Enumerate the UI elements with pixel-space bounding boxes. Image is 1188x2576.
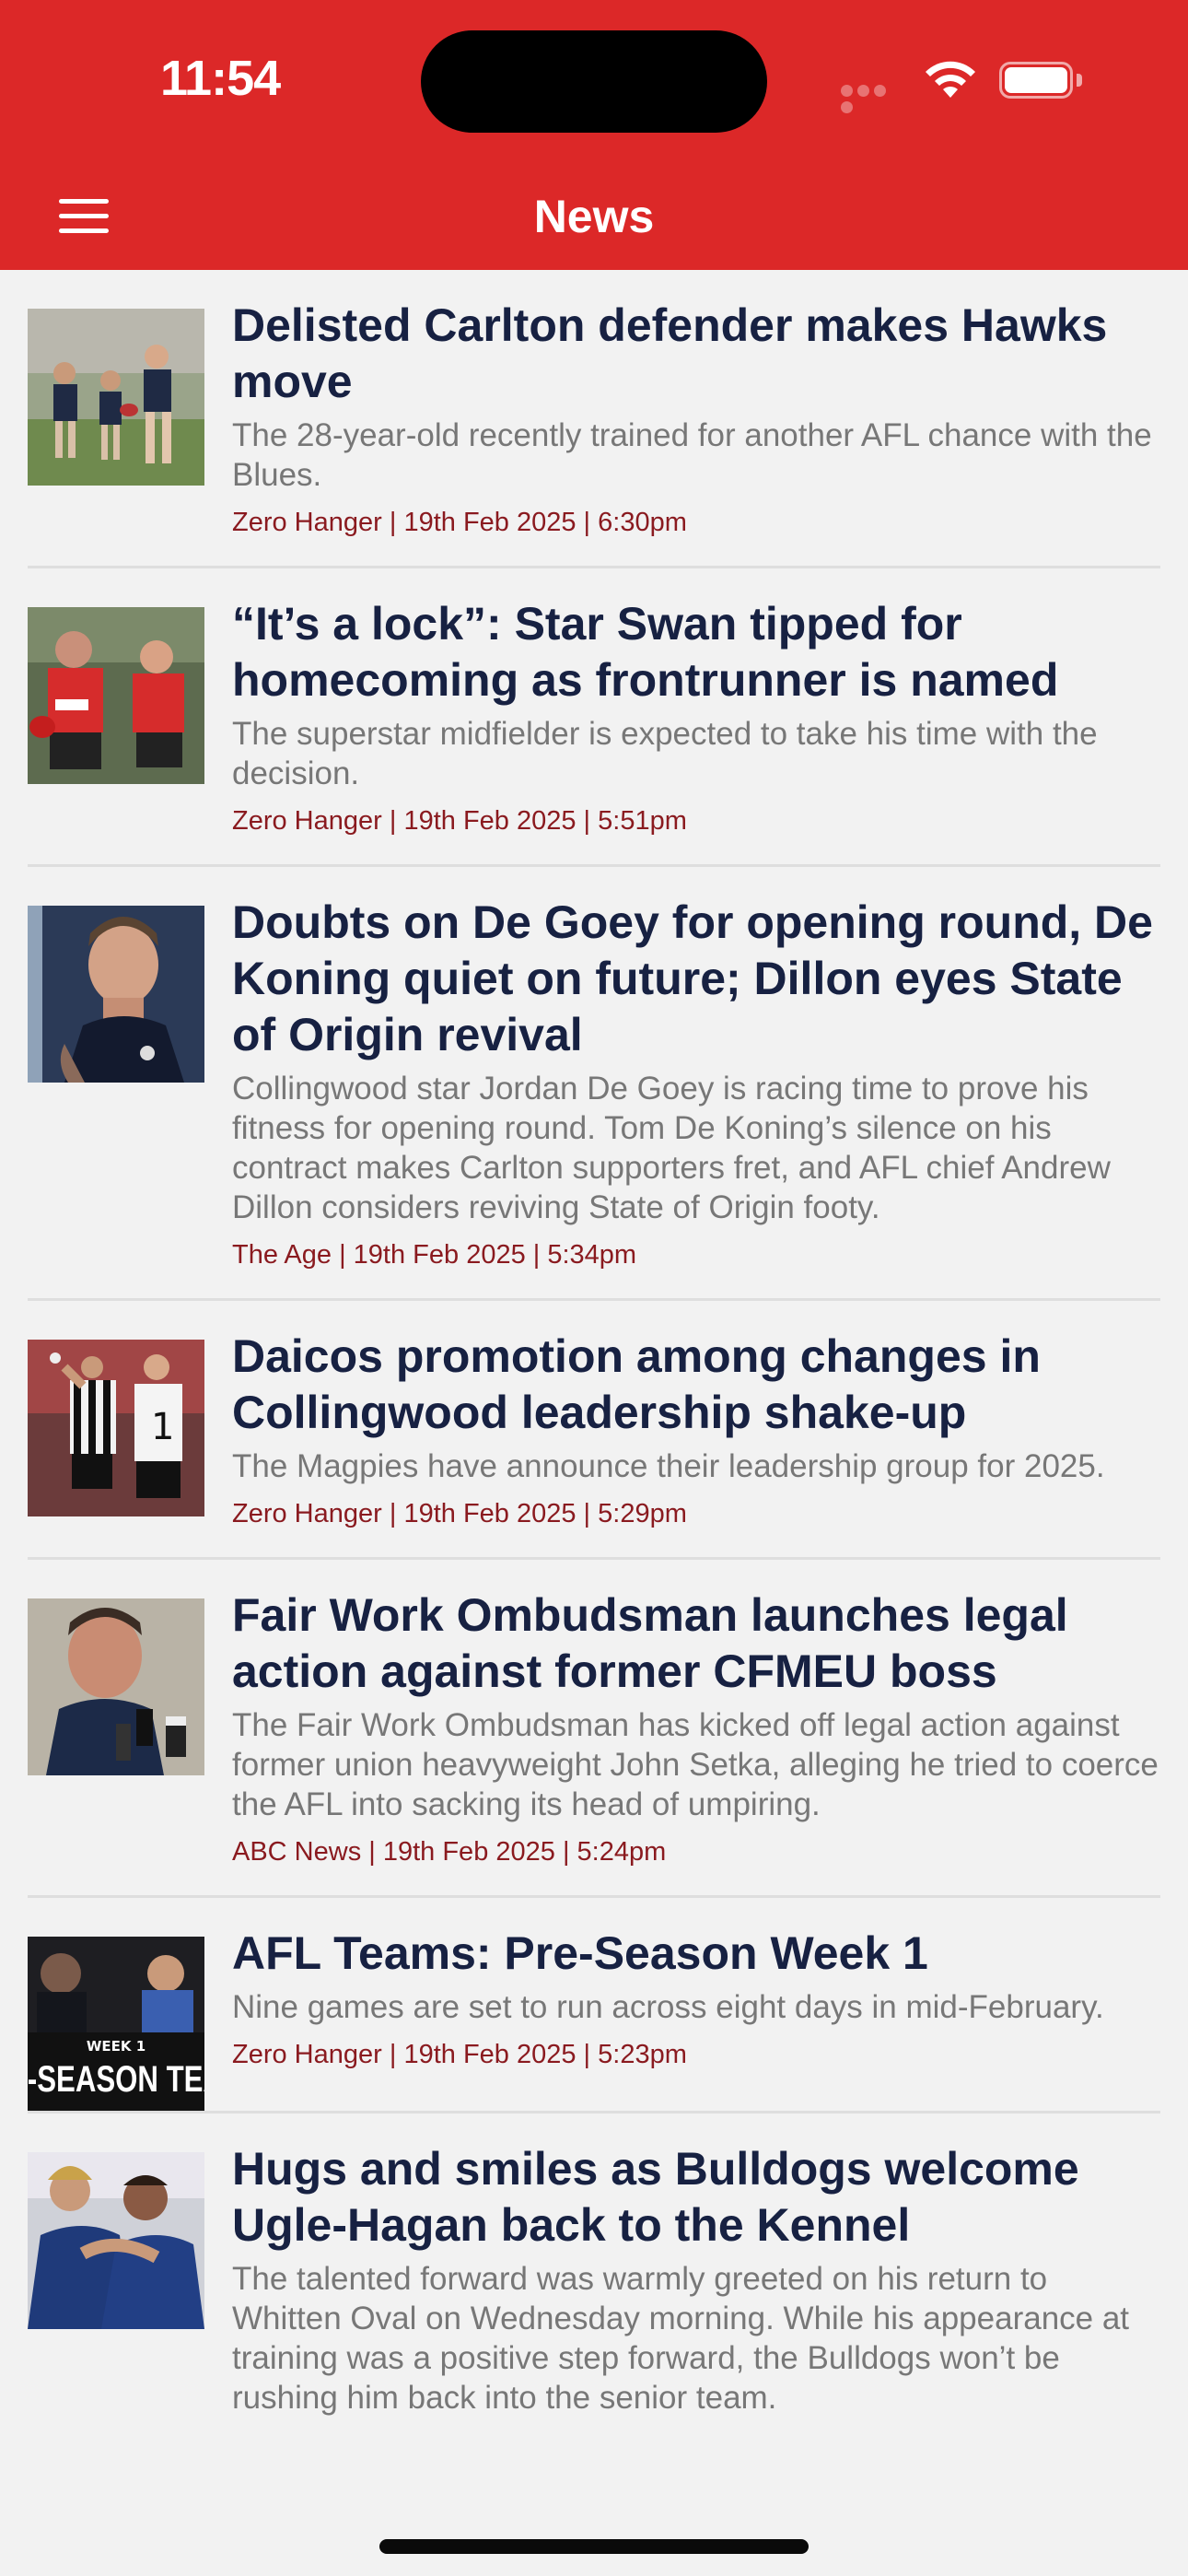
article-summary: The superstar midfielder is expected to … <box>232 716 1098 791</box>
article-summary: The Magpies have announce their leadersh… <box>232 1448 1105 1484</box>
news-item[interactable]: WEEK 1 E-SEASON TEA AFL Teams: Pre-Seaso… <box>0 1898 1188 2113</box>
article-byline: Zero Hanger | 19th Feb 2025 | 5:23pm <box>232 2040 687 2069</box>
article-byline: Zero Hanger | 19th Feb 2025 | 6:30pm <box>232 508 687 537</box>
article-headline: Hugs and smiles as Bulldogs welcome Ugle… <box>232 2143 1079 2251</box>
wifi-icon <box>926 61 975 98</box>
article-byline: Zero Hanger | 19th Feb 2025 | 5:29pm <box>232 1499 687 1528</box>
article-thumbnail <box>28 1598 204 1775</box>
article-headline: Delisted Carlton defender makes Hawks mo… <box>232 299 1108 407</box>
article-byline: ABC News | 19th Feb 2025 | 5:24pm <box>232 1837 667 1867</box>
news-item[interactable]: Fair Work Ombudsman launches legal actio… <box>0 1560 1188 1898</box>
article-thumbnail <box>28 906 204 1083</box>
article-byline: Zero Hanger | 19th Feb 2025 | 5:51pm <box>232 806 687 836</box>
article-summary: The Fair Work Ombudsman has kicked off l… <box>232 1707 1159 1822</box>
home-indicator[interactable] <box>379 2539 809 2554</box>
article-byline: The Age | 19th Feb 2025 | 5:34pm <box>232 1240 637 1270</box>
dynamic-island <box>421 30 767 133</box>
article-headline: Fair Work Ombudsman launches legal actio… <box>232 1589 1068 1697</box>
article-headline: “It’s a lock”: Star Swan tipped for home… <box>232 598 1059 706</box>
status-bar: 11:54 <box>0 0 1188 162</box>
news-item[interactable]: “It’s a lock”: Star Swan tipped for home… <box>0 568 1188 867</box>
article-summary: Collingwood star Jordan De Goey is racin… <box>232 1071 1111 1225</box>
app-header: 11:54 News <box>0 0 1188 270</box>
thumbnail-text: WEEK 1 <box>87 2038 146 2055</box>
navigation-bar: News <box>0 162 1188 270</box>
status-time: 11:54 <box>160 51 281 106</box>
cellular-signal-icon <box>841 85 905 113</box>
article-thumbnail: 1 <box>28 1340 204 1516</box>
news-item[interactable]: 1 Daicos promotion among changes in Coll… <box>0 1301 1188 1560</box>
article-summary: The talented forward was warmly greeted … <box>232 2261 1130 2416</box>
article-summary: The 28-year-old recently trained for ano… <box>232 417 1152 493</box>
article-headline: Daicos promotion among changes in Collin… <box>232 1330 1041 1438</box>
article-thumbnail <box>28 2152 204 2329</box>
article-thumbnail: WEEK 1 E-SEASON TEA <box>28 1937 204 2113</box>
thumbnail-text: E-SEASON TEA <box>28 2058 204 2100</box>
svg-text:1: 1 <box>151 1406 174 1448</box>
news-item[interactable]: Doubts on De Goey for opening round, De … <box>0 867 1188 1301</box>
article-thumbnail <box>28 309 204 486</box>
article-headline: Doubts on De Goey for opening round, De … <box>232 896 1153 1060</box>
article-thumbnail <box>28 607 204 784</box>
article-summary: Nine games are set to run across eight d… <box>232 1989 1104 2025</box>
news-item[interactable]: Delisted Carlton defender makes Hawks mo… <box>0 270 1188 568</box>
page-title: News <box>533 191 655 242</box>
battery-icon <box>999 62 1084 99</box>
article-headline: AFL Teams: Pre-Season Week 1 <box>232 1927 928 1979</box>
news-item[interactable]: Hugs and smiles as Bulldogs welcome Ugle… <box>0 2113 1188 2445</box>
news-list: Delisted Carlton defender makes Hawks mo… <box>0 270 1188 2445</box>
